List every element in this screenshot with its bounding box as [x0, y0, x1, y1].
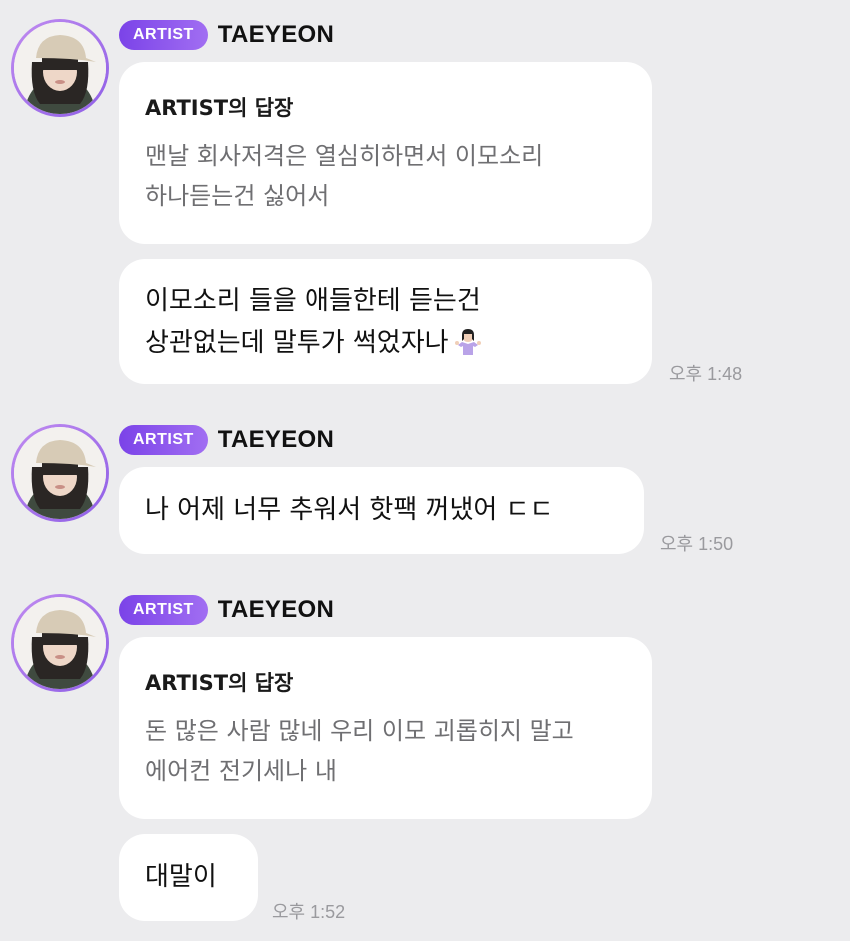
artist-badge: ARTIST [119, 425, 208, 455]
message-line: 이모소리 들을 애들한테 듣는건 [145, 286, 481, 316]
artist-avatar[interactable] [11, 594, 109, 692]
artist-badge: ARTIST [119, 595, 208, 625]
avatar-portrait-icon [14, 427, 106, 519]
message-time: 오후 1:50 [660, 534, 734, 554]
message-text: 대말이 [145, 856, 232, 898]
sender-name[interactable]: TAEYEON [218, 426, 334, 454]
chat-thread: ARTIST TAEYEON ARTIST의 답장 맨날 회사저격은 열심히하면… [0, 0, 850, 941]
message-line: 상관없는데 말투가 썩었자나 [145, 328, 449, 358]
sender-header: ARTIST TAEYEON [119, 594, 334, 626]
message-time: 오후 1:52 [272, 902, 346, 922]
message-bubble[interactable]: 이모소리 들을 애들한테 듣는건 상관없는데 말투가 썩었자나 [119, 259, 652, 384]
message-bubble[interactable]: 대말이 [119, 834, 258, 921]
message-line-with-emoji: 상관없는데 말투가 썩었자나 [145, 322, 626, 370]
avatar-photo [14, 597, 106, 689]
reply-body: 돈 많은 사람 많네 우리 이모 괴롭히지 말고 에어컨 전기세나 내 [145, 711, 626, 791]
sender-name[interactable]: TAEYEON [218, 21, 334, 49]
reply-title: ARTIST의 답장 [145, 671, 294, 695]
avatar-photo [14, 22, 106, 114]
sender-header: ARTIST TAEYEON [119, 424, 334, 456]
reply-line: 돈 많은 사람 많네 우리 이모 괴롭히지 말고 [145, 717, 574, 745]
message-line: 대말이 [145, 862, 217, 892]
reply-bubble[interactable]: ARTIST의 답장 맨날 회사저격은 열심히하면서 이모소리 하나듣는건 싫어… [119, 62, 652, 244]
reply-line: 맨날 회사저격은 열심히하면서 이모소리 [145, 142, 544, 170]
artist-avatar[interactable] [11, 424, 109, 522]
message-time: 오후 1:48 [669, 364, 743, 384]
sender-name[interactable]: TAEYEON [218, 596, 334, 624]
reply-bubble[interactable]: ARTIST의 답장 돈 많은 사람 많네 우리 이모 괴롭히지 말고 에어컨 … [119, 637, 652, 819]
message-line: 나 어제 너무 추워서 핫팩 꺼냈어 ㄷㄷ [145, 495, 554, 525]
message-text: 이모소리 들을 애들한테 듣는건 상관없는데 말투가 썩었자나 [145, 280, 626, 370]
avatar-photo [14, 427, 106, 519]
reply-line: 하나듣는건 싫어서 [145, 182, 330, 210]
message-text: 나 어제 너무 추워서 핫팩 꺼냈어 ㄷㄷ [145, 489, 618, 531]
message-bubble[interactable]: 나 어제 너무 추워서 핫팩 꺼냈어 ㄷㄷ [119, 467, 644, 554]
reply-title: ARTIST의 답장 [145, 96, 294, 120]
avatar-portrait-icon [14, 597, 106, 689]
person-shrugging-icon [453, 327, 483, 370]
sender-header: ARTIST TAEYEON [119, 19, 334, 51]
artist-avatar[interactable] [11, 19, 109, 117]
avatar-portrait-icon [14, 22, 106, 114]
reply-line: 에어컨 전기세나 내 [145, 757, 337, 785]
reply-body: 맨날 회사저격은 열심히하면서 이모소리 하나듣는건 싫어서 [145, 136, 626, 216]
artist-badge: ARTIST [119, 20, 208, 50]
